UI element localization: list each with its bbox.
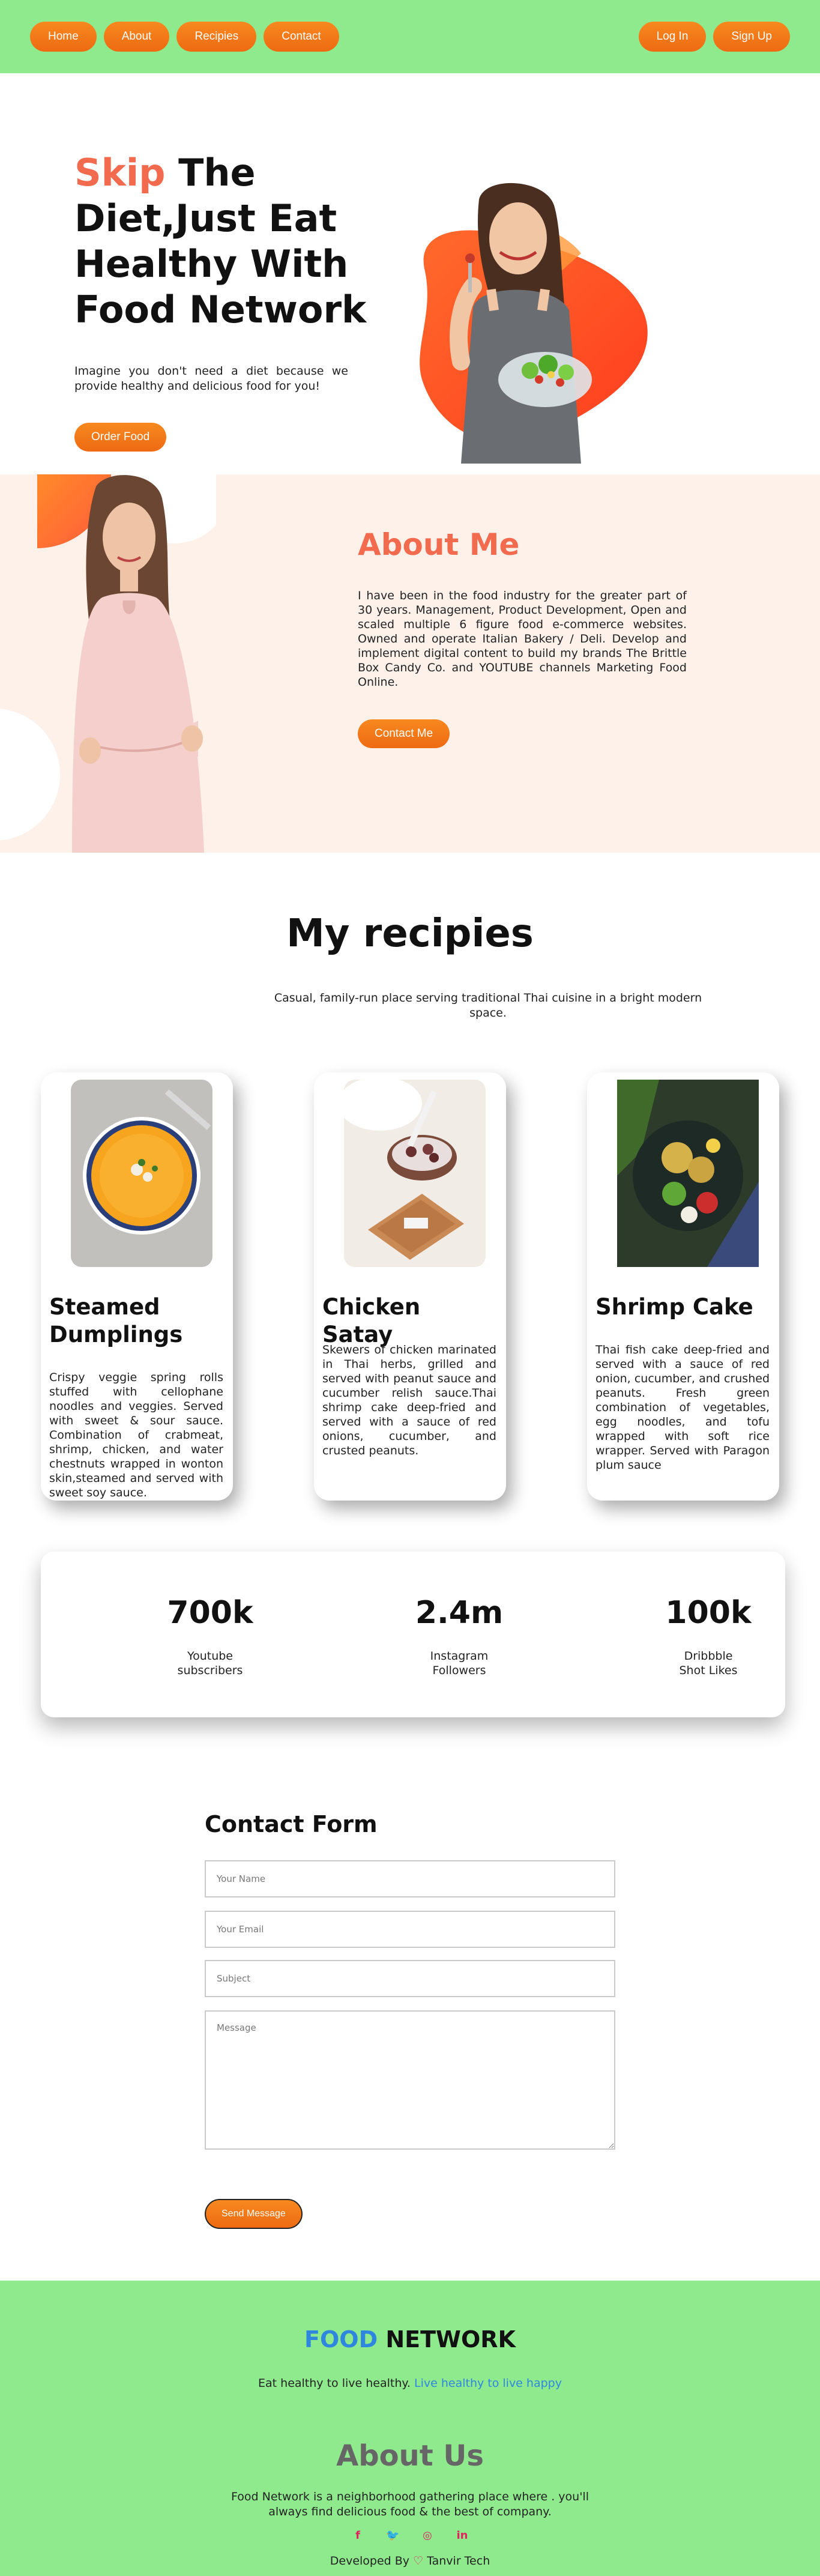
- recipe-description: Thai fish cake deep-fried and served wit…: [595, 1343, 770, 1472]
- recipes-title: My recipies: [286, 912, 534, 956]
- email-field[interactable]: [205, 1911, 615, 1948]
- hero-description: Imagine you don't need a diet because we…: [74, 364, 348, 393]
- nav-contact-button[interactable]: Contact: [264, 22, 339, 52]
- footer-tagline: Eat healthy to live healthy. Live health…: [0, 2377, 820, 2390]
- recipe-image-soup: [71, 1080, 213, 1267]
- contact-me-button[interactable]: Contact Me: [358, 719, 450, 748]
- recipe-image-shrimp-cake: [617, 1080, 759, 1267]
- stat-label: Dribbble Shot Likes: [679, 1649, 738, 1677]
- twitter-icon[interactable]: 🐦: [386, 2529, 399, 2542]
- social-links: f 🐦 ◎ in: [0, 2529, 820, 2542]
- stat-dribbble: 100k Dribbble Shot Likes: [618, 1595, 798, 1678]
- stat-label: Youtube subscribers: [177, 1649, 243, 1677]
- top-navbar: Home About Recipies Contact Log In Sign …: [0, 0, 820, 73]
- hero-section: Skip The Diet,Just Eat Healthy With Food…: [0, 73, 820, 474]
- heart-icon: ♡: [413, 2554, 424, 2568]
- tagline-text: Eat healthy to live healthy.: [258, 2377, 414, 2390]
- contact-form-title: Contact Form: [205, 1811, 378, 1837]
- tagline-link[interactable]: Live healthy to live happy: [414, 2377, 562, 2390]
- contact-section: Contact Form Send Message: [0, 1810, 820, 2281]
- recipe-title: Steamed Dumplings: [49, 1294, 183, 1347]
- about-title: About Me: [358, 527, 520, 562]
- recipe-card[interactable]: Steamed Dumplings Crispy veggie spring r…: [41, 1072, 233, 1501]
- stat-value: 700k: [167, 1595, 253, 1631]
- nav-right-group: Log In Sign Up: [638, 22, 790, 52]
- send-message-button[interactable]: Send Message: [205, 2199, 303, 2229]
- developer-credit: Developed By ♡ Tanvir Tech: [0, 2554, 820, 2568]
- stats-card: 700k Youtube subscribers 2.4m Instagram …: [41, 1552, 785, 1717]
- brand-food: FOOD: [304, 2326, 378, 2353]
- facebook-icon[interactable]: f: [351, 2529, 364, 2542]
- stat-instagram: 2.4m Instagram Followers: [369, 1595, 549, 1678]
- hero-title-accent: Skip: [74, 151, 166, 195]
- instagram-icon[interactable]: ◎: [421, 2529, 434, 2542]
- footer-about-text: Food Network is a neighborhood gathering…: [231, 2490, 589, 2518]
- footer-brand: FOOD NETWORK: [0, 2326, 820, 2353]
- about-text: I have been in the food industry for the…: [358, 589, 687, 689]
- credit-name: Tanvir Tech: [423, 2554, 490, 2568]
- signup-button[interactable]: Sign Up: [713, 22, 790, 52]
- footer-about-title: About Us: [336, 2439, 484, 2473]
- login-button[interactable]: Log In: [638, 22, 707, 52]
- order-food-button[interactable]: Order Food: [74, 423, 167, 452]
- nav-home-button[interactable]: Home: [30, 22, 97, 52]
- stat-label: Instagram Followers: [430, 1649, 489, 1677]
- stats-section: 700k Youtube subscribers 2.4m Instagram …: [0, 1552, 820, 1810]
- linkedin-icon[interactable]: in: [456, 2529, 469, 2542]
- recipes-subtitle: Casual, family-run place serving traditi…: [274, 991, 702, 1020]
- stat-value: 2.4m: [415, 1595, 504, 1631]
- recipe-card[interactable]: Shrimp Cake Thai fish cake deep-fried an…: [587, 1072, 779, 1501]
- stat-value: 100k: [665, 1595, 752, 1631]
- recipe-description: Crispy veggie spring rolls stuffed with …: [49, 1371, 223, 1499]
- credit-prefix: Developed By: [330, 2554, 414, 2568]
- nav-recipes-button[interactable]: Recipies: [176, 22, 257, 52]
- recipe-title: Chicken Satay: [322, 1294, 421, 1347]
- recipe-card[interactable]: Chicken Satay Skewers of chicken marinat…: [314, 1072, 506, 1501]
- message-field[interactable]: [205, 2010, 615, 2150]
- nav-left-group: Home About Recipies Contact: [30, 22, 339, 52]
- hero-title: Skip The Diet,Just Eat Healthy With Food…: [74, 150, 387, 333]
- recipe-description: Skewers of chicken marinated in Thai her…: [322, 1343, 496, 1457]
- recipe-title: Shrimp Cake: [595, 1294, 753, 1320]
- hero-woman-with-salad-image: [420, 183, 648, 464]
- subject-field[interactable]: [205, 1960, 615, 1997]
- stat-youtube: 700k Youtube subscribers: [120, 1595, 300, 1678]
- about-woman-portrait-image: [0, 474, 216, 853]
- brand-network: NETWORK: [378, 2326, 516, 2353]
- name-field[interactable]: [205, 1860, 615, 1897]
- recipe-image-satay: [344, 1080, 486, 1267]
- about-section: About Me I have been in the food industr…: [0, 474, 820, 853]
- nav-about-button[interactable]: About: [103, 22, 170, 52]
- footer: FOOD NETWORK Eat healthy to live healthy…: [0, 2281, 820, 2576]
- recipes-section: My recipies Casual, family-run place ser…: [0, 853, 820, 1552]
